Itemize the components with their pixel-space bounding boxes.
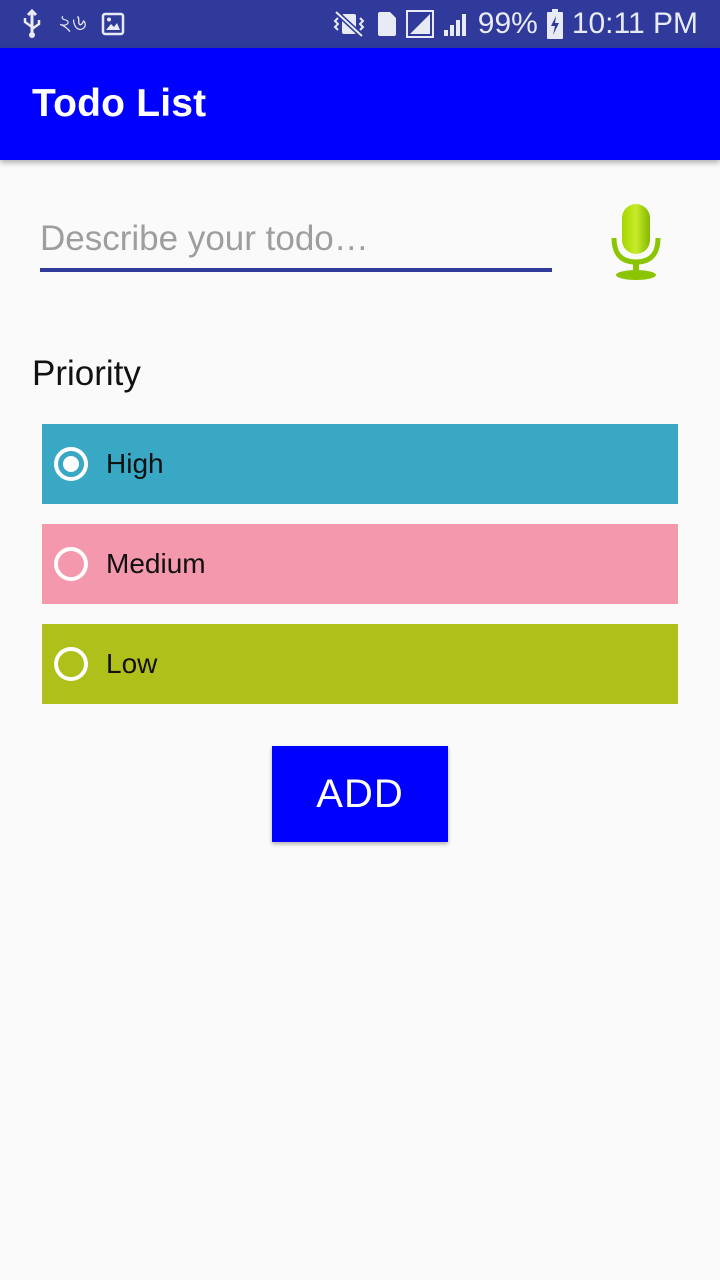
microphone-icon	[604, 198, 668, 286]
add-button[interactable]: ADD	[272, 746, 448, 842]
battery-charging-icon	[546, 8, 564, 40]
todo-input[interactable]	[40, 210, 552, 272]
radio-button-medium[interactable]	[54, 547, 88, 581]
status-bar: ২৬ 99% 10:11 PM	[0, 0, 720, 48]
priority-option-medium[interactable]: Medium	[42, 524, 678, 604]
vibrate-icon	[330, 10, 368, 38]
usb-icon	[20, 9, 44, 39]
status-bar-right: 99% 10:11 PM	[330, 6, 698, 42]
signal-icon	[405, 10, 434, 38]
clock: 10:11 PM	[571, 7, 698, 40]
status-bar-left: ২৬	[20, 8, 125, 40]
signal-icon	[442, 10, 470, 38]
priority-option-low[interactable]: Low	[42, 624, 678, 704]
app-title: Todo List	[32, 82, 207, 125]
radio-button-low[interactable]	[54, 647, 88, 681]
priority-option-label: High	[106, 448, 164, 479]
priority-option-high[interactable]: High	[42, 424, 678, 504]
priority-label: Priority	[32, 354, 141, 393]
priority-option-label: Medium	[106, 548, 206, 579]
battery-percent: 99%	[477, 7, 538, 40]
radio-button-high[interactable]	[54, 447, 88, 481]
sim-icon	[376, 10, 398, 38]
notification-text: ২৬	[58, 9, 87, 35]
image-notification-icon	[101, 12, 125, 36]
microphone-button[interactable]	[604, 198, 668, 286]
priority-option-label: Low	[106, 648, 158, 679]
app-bar: Todo List	[0, 48, 720, 160]
